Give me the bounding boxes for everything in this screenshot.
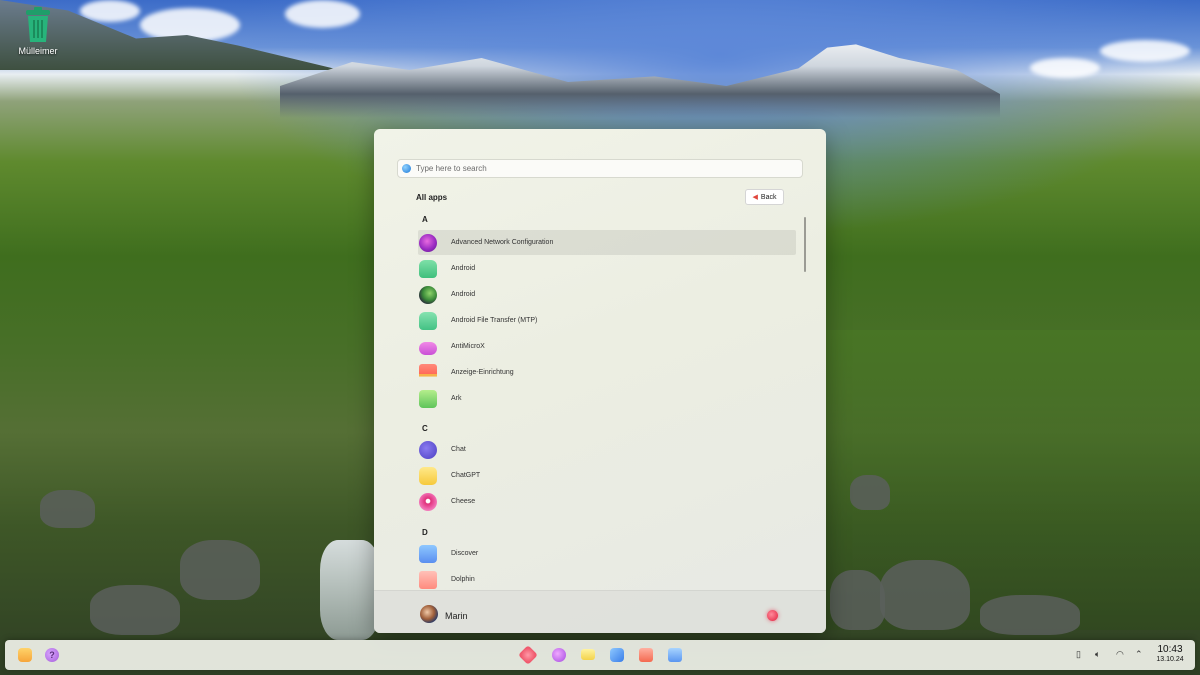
- search-input[interactable]: [416, 164, 796, 173]
- rock: [980, 595, 1080, 635]
- rock: [850, 475, 890, 510]
- list-item[interactable]: Android: [418, 256, 796, 281]
- search-icon: [402, 164, 411, 173]
- app-name: Android: [451, 265, 476, 272]
- list-item[interactable]: ChatGPT: [418, 463, 796, 488]
- ark-archive-icon: [419, 389, 437, 408]
- search-icon[interactable]: [552, 648, 566, 662]
- list-item[interactable]: Anzeige-Einrichtung: [418, 360, 796, 385]
- back-button[interactable]: ◀ Back: [745, 189, 784, 205]
- user-name: Marin: [445, 611, 468, 621]
- back-label: Back: [760, 193, 777, 201]
- rock: [90, 585, 180, 635]
- cloud: [1100, 40, 1190, 62]
- rock: [180, 540, 260, 600]
- waterfall: [320, 540, 380, 640]
- arrow-left-icon: ◀: [752, 194, 758, 201]
- notes-icon[interactable]: [581, 649, 595, 660]
- mountain-range: [280, 44, 1000, 118]
- chevron-up-icon[interactable]: ⌃: [1135, 649, 1143, 660]
- app-name: Chat: [451, 446, 466, 453]
- app-name: Advanced Network Configuration: [451, 239, 554, 246]
- cloud: [80, 0, 140, 22]
- trash-label: Mülleimer: [18, 46, 58, 56]
- all-apps-heading: All apps: [416, 193, 448, 202]
- app-name: Dolphin: [451, 576, 475, 583]
- discover-icon: [419, 544, 437, 563]
- app-name: Android File Transfer (MTP): [451, 317, 538, 324]
- volume-icon[interactable]: 🔈︎: [1095, 649, 1100, 660]
- section-header-a: A: [422, 215, 428, 224]
- help-icon[interactable]: ?: [45, 648, 59, 662]
- battery-icon[interactable]: ▯: [1076, 649, 1081, 660]
- android-file-transfer-icon: [419, 311, 437, 330]
- cheese-webcam-icon: [419, 492, 437, 511]
- app-name: Anzeige-Einrichtung: [451, 369, 514, 376]
- app-name: Cheese: [451, 498, 476, 505]
- chat-icon: [419, 440, 437, 459]
- android-icon: [419, 259, 437, 278]
- chatgpt-icon: [419, 466, 437, 485]
- rock: [830, 570, 885, 630]
- rock: [40, 490, 95, 528]
- clock[interactable]: 10:43 13.10.24: [1151, 644, 1189, 663]
- trash-icon: [26, 7, 50, 42]
- avatar[interactable]: [420, 605, 438, 623]
- app-launcher-panel: All apps ◀ Back A Advanced Network Confi…: [374, 129, 826, 633]
- section-header-d: D: [422, 528, 428, 537]
- app-name: Android: [451, 291, 476, 298]
- app-list: A Advanced Network Configuration Android…: [374, 211, 826, 589]
- list-item[interactable]: Advanced Network Configuration: [418, 230, 796, 255]
- app-launcher-icon[interactable]: [518, 645, 538, 665]
- files-icon[interactable]: [639, 648, 653, 662]
- clock-time: 10:43: [1157, 644, 1183, 655]
- launcher-footer: Marin: [374, 590, 826, 633]
- desktop-trash[interactable]: Mülleimer: [12, 6, 64, 56]
- rock: [880, 560, 970, 630]
- list-item[interactable]: Chat: [418, 437, 796, 462]
- app-list-scrollbar[interactable]: [804, 217, 806, 272]
- app-name: ChatGPT: [451, 472, 481, 479]
- list-item[interactable]: Ark: [418, 386, 796, 411]
- list-item[interactable]: Discover: [418, 541, 796, 566]
- clock-date: 13.10.24: [1156, 656, 1184, 663]
- list-item[interactable]: Cheese: [418, 489, 796, 514]
- list-item[interactable]: Dolphin: [418, 567, 796, 589]
- app-name: Discover: [451, 550, 479, 557]
- list-item[interactable]: AntiMicroX: [418, 334, 796, 359]
- search-box[interactable]: [397, 159, 803, 178]
- cloud: [285, 0, 360, 28]
- cloud: [1030, 58, 1100, 78]
- android-studio-icon: [419, 285, 437, 304]
- gamepad-icon: [419, 341, 437, 355]
- taskbar: ? ▯ 🔈︎ ◠ ⌃ 10:43 13.10.24: [5, 640, 1195, 670]
- power-icon[interactable]: [767, 610, 778, 621]
- network-config-icon: [419, 233, 437, 252]
- multitasking-icon[interactable]: [610, 648, 624, 662]
- store-icon[interactable]: [668, 648, 682, 662]
- dolphin-folder-icon: [419, 570, 437, 589]
- file-manager-icon[interactable]: [18, 648, 32, 662]
- section-header-c: C: [422, 424, 428, 433]
- wifi-icon[interactable]: ◠: [1116, 649, 1124, 660]
- display-settings-icon: [419, 363, 437, 382]
- app-name: AntiMicroX: [451, 343, 485, 350]
- list-item[interactable]: Android: [418, 282, 796, 307]
- app-name: Ark: [451, 395, 462, 402]
- list-item[interactable]: Android File Transfer (MTP): [418, 308, 796, 333]
